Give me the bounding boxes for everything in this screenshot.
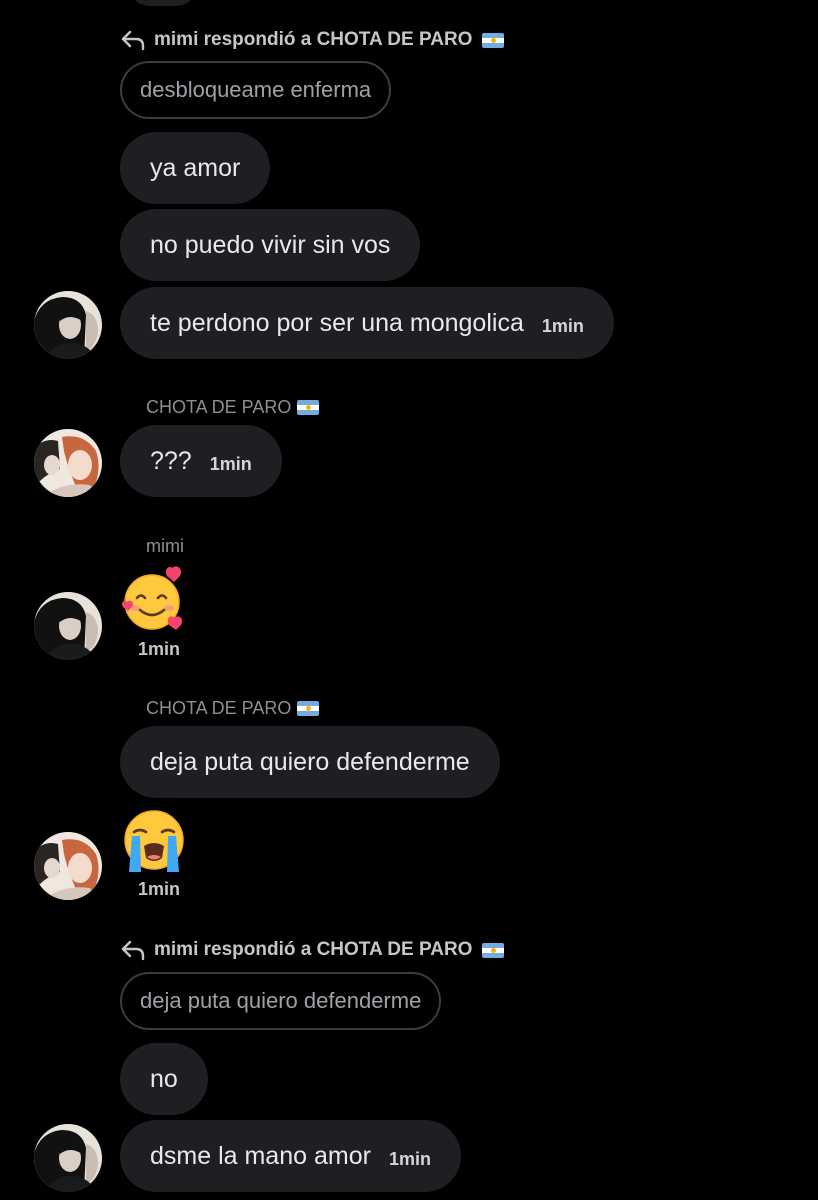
message-bubble[interactable]: te perdono por ser una mongolica 1min bbox=[120, 287, 614, 359]
quoted-text: deja puta quiero defenderme bbox=[140, 988, 422, 1013]
message-bubble[interactable]: dsme la mano amor 1min bbox=[120, 1120, 461, 1192]
reply-label: mimi respondió a CHOTA DE PARO bbox=[154, 939, 473, 960]
avatar-mimi[interactable] bbox=[34, 291, 102, 359]
message-text: dsme la mano amor bbox=[150, 1141, 371, 1170]
argentina-flag-icon bbox=[482, 32, 505, 48]
reply-arrow-icon bbox=[121, 940, 145, 961]
message-timestamp: 1min bbox=[138, 639, 181, 659]
avatar-chota[interactable] bbox=[34, 429, 102, 497]
message-bubble[interactable]: no puedo vivir sin vos bbox=[120, 209, 421, 281]
loudly-crying-face-emoji[interactable] bbox=[120, 806, 188, 874]
argentina-flag-icon bbox=[482, 942, 505, 958]
sender-label: CHOTA DE PARO bbox=[146, 698, 292, 718]
message-text: no bbox=[150, 1064, 178, 1093]
message-timestamp: 1min bbox=[388, 1148, 431, 1169]
sender-name: CHOTA DE PARO bbox=[146, 397, 320, 418]
reply-arrow-icon bbox=[121, 30, 145, 51]
message-bubble[interactable]: no bbox=[120, 1043, 208, 1115]
previous-message-bubble[interactable] bbox=[128, 0, 198, 6]
quoted-text: desbloqueame enferma bbox=[140, 77, 372, 102]
message-bubble[interactable]: deja puta quiero defenderme bbox=[120, 726, 500, 798]
message-text: no puedo vivir sin vos bbox=[150, 230, 391, 259]
quoted-message[interactable]: deja puta quiero defenderme bbox=[120, 972, 442, 1030]
reply-header: mimi respondió a CHOTA DE PARO bbox=[120, 28, 505, 52]
argentina-flag-icon bbox=[297, 400, 320, 415]
argentina-flag-icon bbox=[297, 701, 320, 716]
avatar-mimi[interactable] bbox=[34, 1124, 102, 1192]
message-bubble[interactable]: ??? 1min bbox=[120, 425, 282, 497]
sender-name: mimi bbox=[146, 536, 184, 557]
reply-label: mimi respondió a CHOTA DE PARO bbox=[154, 29, 473, 50]
reply-header: mimi respondió a CHOTA DE PARO bbox=[120, 938, 505, 962]
message-text: ya amor bbox=[150, 153, 241, 182]
message-text: ??? bbox=[150, 446, 192, 475]
message-text: deja puta quiero defenderme bbox=[150, 747, 470, 776]
message-bubble[interactable]: ya amor bbox=[120, 132, 271, 204]
message-text: te perdono por ser una mongolica bbox=[150, 308, 524, 337]
avatar-chota[interactable] bbox=[34, 832, 102, 900]
sender-label: mimi bbox=[146, 536, 184, 556]
quoted-message[interactable]: desbloqueame enferma bbox=[120, 61, 392, 119]
message-timestamp: 1min bbox=[138, 879, 181, 899]
sender-name: CHOTA DE PARO bbox=[146, 698, 320, 719]
smiling-face-with-hearts-emoji[interactable] bbox=[120, 566, 188, 634]
avatar-mimi[interactable] bbox=[34, 592, 102, 660]
message-timestamp: 1min bbox=[209, 453, 252, 474]
sender-label: CHOTA DE PARO bbox=[146, 397, 292, 417]
message-timestamp: 1min bbox=[541, 315, 584, 336]
